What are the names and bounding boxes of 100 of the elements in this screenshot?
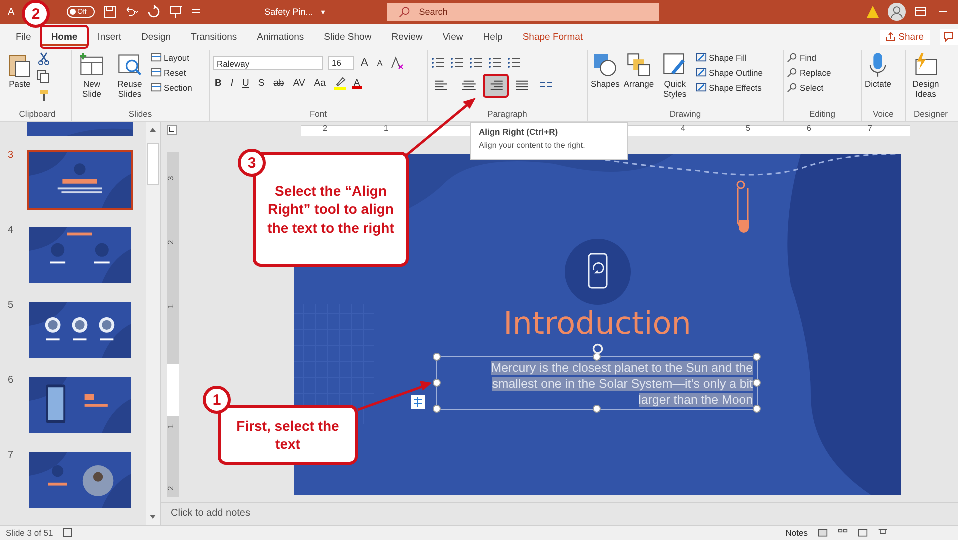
highlighter-icon[interactable] [332, 76, 347, 90]
ribbon-tab[interactable]: Transitions [182, 28, 246, 46]
presentation-icon[interactable] [168, 5, 183, 19]
shape-style-icon [696, 52, 708, 63]
ribbon-tab[interactable]: File [7, 28, 40, 46]
search-field[interactable]: Search [387, 3, 660, 21]
ruler-number: 2 [166, 240, 176, 245]
slide-command-button[interactable]: Reset [151, 67, 192, 78]
list-icon[interactable] [507, 56, 521, 70]
spelling-icon[interactable] [63, 528, 74, 538]
scrollbar[interactable] [146, 122, 160, 525]
list-icon[interactable] [450, 56, 464, 70]
ribbon-tab[interactable]: Help [474, 28, 512, 46]
format-button[interactable]: ab [272, 78, 286, 88]
redo-icon[interactable] [146, 5, 161, 19]
format-button[interactable]: Aa [312, 78, 328, 88]
editing-icon [787, 67, 798, 78]
font-size-field[interactable]: 16 [328, 56, 354, 70]
format-button[interactable]: I [228, 78, 236, 88]
ribbon-tab[interactable]: Review [382, 28, 432, 46]
format-button[interactable]: S [256, 78, 267, 88]
shrink-font-button[interactable]: A [375, 58, 385, 68]
copy-icon[interactable] [37, 70, 51, 84]
format-button[interactable]: U [240, 78, 252, 88]
tooltip-text: Align your content to the right. [479, 141, 586, 150]
group-label: Designer [912, 109, 950, 121]
ruler-number: 1 [166, 424, 176, 429]
list-icon[interactable] [488, 56, 502, 70]
align-button[interactable] [485, 76, 507, 96]
slide-number: 3 [7, 150, 15, 163]
shape-command-button[interactable]: Shape Effects [696, 82, 763, 93]
ribbon-tab[interactable]: Design [132, 28, 180, 46]
slide-number: 4 [7, 225, 15, 238]
slide-command-button[interactable]: Section [151, 82, 192, 93]
ribbon-display-icon[interactable] [914, 5, 928, 19]
group-label: Clipboard [18, 109, 57, 121]
normal-view-icon[interactable] [818, 528, 828, 538]
dictate-button[interactable]: Dictate [865, 52, 892, 90]
slide-thumbnail[interactable] [27, 122, 133, 136]
align-icon [489, 80, 503, 92]
format-button[interactable]: AV [291, 78, 308, 88]
clear-format-icon[interactable] [390, 56, 404, 70]
group-label: Font [308, 109, 328, 121]
align-icon [435, 80, 449, 92]
design-ideas-button[interactable]: Design Ideas [909, 52, 943, 100]
arrange-button[interactable]: Arrange [624, 52, 654, 90]
quick-styles-button[interactable]: Quick Styles [658, 52, 692, 100]
shape-command-button[interactable]: Shape Outline [696, 67, 763, 78]
slide-thumbnail[interactable] [27, 450, 133, 510]
callout-text: First, select the text [236, 416, 340, 454]
group-label: Slides [128, 109, 154, 121]
font-color-button[interactable]: A [352, 78, 362, 88]
avatar-icon[interactable] [888, 3, 906, 21]
slide-command-button[interactable]: Layout [151, 52, 192, 63]
list-icon[interactable] [469, 56, 483, 70]
caret-icon[interactable]: ▾ [321, 8, 326, 16]
safety-pin-icon [735, 180, 751, 234]
format-painter-icon[interactable] [37, 88, 51, 102]
new-slide-button[interactable]: New Slide [75, 52, 109, 100]
slide-thumbnail[interactable] [27, 150, 133, 210]
font-name-field[interactable]: Raleway [213, 56, 323, 70]
shape-command-button[interactable]: Shape Fill [696, 52, 763, 63]
save-icon[interactable] [102, 5, 117, 19]
ribbon-tab[interactable]: Home [42, 28, 87, 46]
comments-button[interactable] [940, 29, 958, 45]
ruler-number: 5 [746, 124, 750, 133]
notes-button[interactable]: Notes [786, 528, 808, 538]
list-icon[interactable] [431, 56, 445, 70]
grow-font-button[interactable]: A [359, 57, 370, 69]
warning-icon[interactable] [866, 5, 880, 19]
ribbon-tab[interactable]: Animations [248, 28, 314, 46]
undo-icon[interactable] [124, 5, 139, 19]
document-title[interactable]: Safety Pin... [264, 7, 314, 17]
share-button[interactable]: Share [880, 30, 930, 44]
editing-icon [787, 82, 798, 93]
ruler-number: 2 [323, 124, 328, 133]
cut-icon[interactable] [37, 52, 51, 66]
ribbon-tab[interactable]: Shape Format [514, 28, 592, 46]
ribbon-tab[interactable]: View [434, 28, 472, 46]
shape-style-icon [696, 82, 708, 93]
editing-command-button[interactable]: Replace [787, 67, 832, 78]
callout-text: Select the “Align Right” tool to align the text to the right [266, 182, 396, 237]
rotate-handle-icon[interactable] [592, 343, 604, 355]
reuse-slides-button[interactable]: Reuse Slides [113, 52, 147, 100]
ruler-margin [167, 364, 179, 416]
ribbon-tab[interactable]: Slide Show [315, 28, 381, 46]
editing-command-button[interactable]: Find [787, 52, 832, 63]
tab-selector-icon[interactable] [167, 125, 177, 135]
slide-thumbnail[interactable] [27, 375, 133, 435]
shapes-button[interactable]: Shapes [591, 52, 620, 90]
slide-thumbnail[interactable] [27, 300, 133, 360]
ribbon-tab[interactable]: Insert [88, 28, 130, 46]
reading-view-icon[interactable] [858, 528, 868, 538]
layout-options-icon[interactable] [411, 395, 425, 409]
paste-button[interactable]: Paste [7, 52, 33, 90]
scroll-thumb[interactable] [147, 143, 159, 185]
editing-command-button[interactable]: Select [787, 82, 832, 93]
format-button[interactable]: B [213, 78, 224, 88]
search-icon [399, 6, 412, 18]
slide-thumbnail[interactable] [27, 225, 133, 285]
